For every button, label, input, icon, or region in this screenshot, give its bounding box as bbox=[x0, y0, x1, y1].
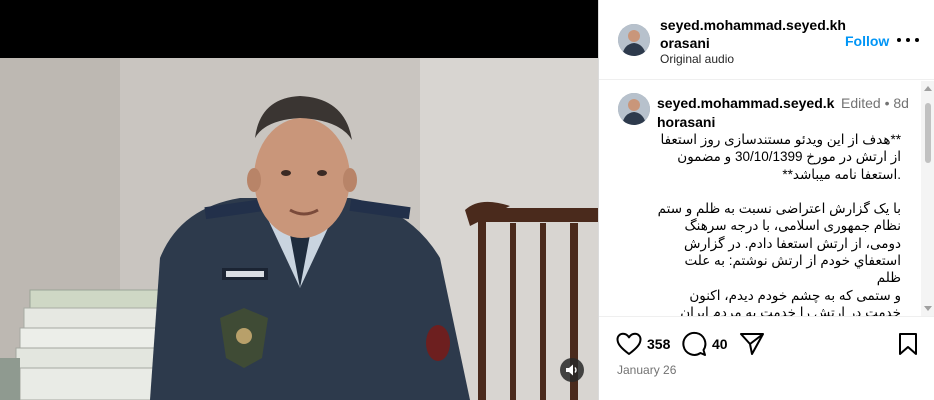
caption-section: seyed.mohammad.seyed.khorasani Edited • … bbox=[599, 81, 921, 316]
speaker-icon bbox=[566, 364, 577, 376]
audio-source-link[interactable]: Original audio bbox=[660, 52, 734, 66]
caption-text: **هدف از این ویدئو مستندسازی روز استعفا … bbox=[657, 132, 901, 316]
post-header: seyed.mohammad.seyed.khorasani Original … bbox=[599, 0, 934, 80]
caption-username-link[interactable]: seyed.mohammad.seyed.khorasani bbox=[657, 94, 835, 132]
video-player[interactable] bbox=[0, 0, 598, 400]
caption-edited-time: Edited • 8d bbox=[841, 95, 909, 111]
caption-scrollbar[interactable] bbox=[921, 81, 934, 316]
scroll-up-arrow[interactable] bbox=[924, 86, 932, 91]
comment-icon[interactable] bbox=[681, 331, 707, 357]
scrollbar-thumb[interactable] bbox=[925, 103, 931, 163]
like-count[interactable]: 358 bbox=[647, 336, 670, 352]
caption-author-avatar[interactable] bbox=[618, 93, 650, 125]
follow-button[interactable]: Follow bbox=[845, 33, 889, 49]
post-date[interactable]: January 26 bbox=[617, 363, 676, 377]
bookmark-icon[interactable] bbox=[897, 332, 919, 356]
video-frame bbox=[0, 58, 598, 400]
author-username-link[interactable]: seyed.mohammad.seyed.khorasani bbox=[660, 16, 850, 52]
scroll-down-arrow[interactable] bbox=[924, 306, 932, 311]
author-avatar[interactable] bbox=[618, 24, 650, 56]
post-details-panel: seyed.mohammad.seyed.khorasani Original … bbox=[598, 0, 934, 400]
post-actions-bar: 358 40 January 26 bbox=[599, 316, 934, 400]
share-icon[interactable] bbox=[739, 332, 765, 356]
more-options-icon[interactable] bbox=[897, 32, 919, 48]
comment-count[interactable]: 40 bbox=[712, 336, 728, 352]
audio-toggle-button[interactable] bbox=[560, 358, 584, 382]
heart-icon[interactable] bbox=[616, 332, 642, 356]
